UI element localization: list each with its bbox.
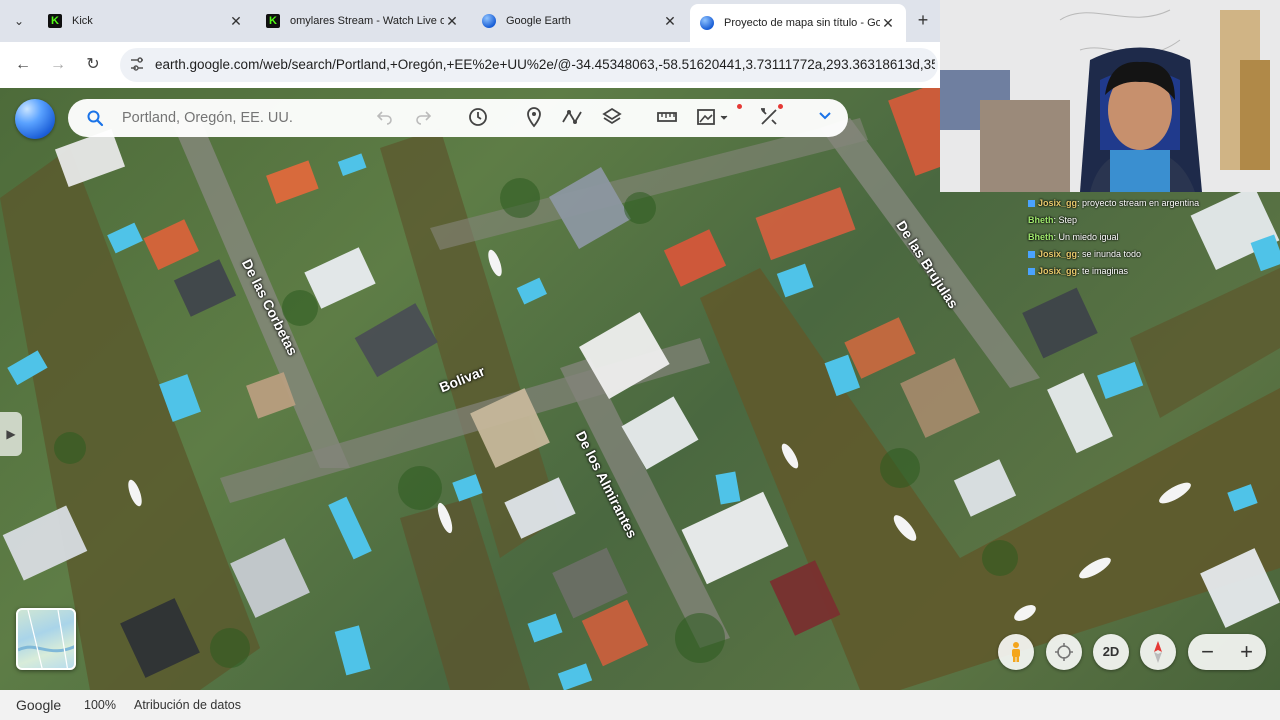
forward-button[interactable]: → [46, 53, 70, 77]
zoom-controls: − + [1188, 634, 1266, 670]
tab-map-project[interactable]: Proyecto de mapa sin título - Goo ✕ [690, 4, 906, 42]
undo-button[interactable] [372, 106, 398, 130]
url-field[interactable]: earth.google.com/web/search/Portland,+Or… [120, 48, 938, 82]
chevron-down-icon[interactable] [812, 106, 838, 130]
measure-icon[interactable] [654, 106, 680, 130]
zoom-in-button[interactable]: + [1227, 634, 1266, 670]
kick-icon: K [48, 14, 62, 28]
search-icon [87, 110, 104, 127]
screen: ⌄ K Kick ✕ K omylares Stream - Watch Liv… [0, 0, 1280, 720]
tab-title: Proyecto de mapa sin título - Goo [724, 17, 880, 29]
placemark-icon[interactable] [521, 106, 547, 130]
redo-button[interactable] [410, 106, 436, 130]
close-icon[interactable]: ✕ [444, 13, 460, 30]
toggle-2d-button[interactable]: 2D [1093, 634, 1129, 670]
minimap-graphic [18, 610, 74, 668]
close-icon[interactable]: ✕ [880, 15, 896, 32]
google-wordmark: Google [16, 697, 62, 713]
earth-toolbar [356, 99, 848, 137]
tab-search-button[interactable]: ⌄ [8, 10, 30, 32]
site-info-icon[interactable] [128, 56, 146, 74]
chat-message: Josix_gg: te imaginas [1028, 266, 1128, 276]
tab-google-earth[interactable]: Google Earth ✕ [472, 6, 688, 36]
notification-dot [737, 104, 742, 109]
stream-chat-overlay: Josix_gg: proyecto stream en argentina B… [1028, 194, 1228, 284]
back-button[interactable]: ← [11, 53, 35, 77]
reset-orientation-icon[interactable] [1046, 634, 1082, 670]
close-icon[interactable]: ✕ [662, 13, 678, 30]
layers-icon[interactable] [599, 106, 625, 130]
compass-icon[interactable] [1140, 634, 1176, 670]
address-bar-row: ← → ↻ earth.google.com/web/search/Portla… [0, 42, 940, 88]
zoom-level: 100% [84, 698, 116, 712]
chat-message: Bheth: Un miedo igual [1028, 232, 1119, 242]
history-icon[interactable] [465, 106, 491, 130]
notification-dot [778, 104, 783, 109]
google-earth-icon [482, 14, 496, 28]
tab-kick[interactable]: K Kick ✕ [38, 6, 254, 36]
tab-title: omylares Stream - Watch Live on [290, 15, 444, 27]
badge-icon [1028, 251, 1035, 259]
screenshot-dropdown-button[interactable] [694, 104, 742, 130]
google-earth-icon [700, 16, 714, 30]
path-icon[interactable] [560, 106, 586, 130]
chat-message: Josix_gg: se inunda todo [1028, 249, 1141, 259]
tools-icon[interactable] [756, 104, 783, 130]
search-box[interactable] [68, 99, 356, 137]
minimap-thumbnail[interactable] [16, 608, 76, 670]
url-text: earth.google.com/web/search/Portland,+Or… [155, 57, 935, 72]
tab-omylares-stream[interactable]: K omylares Stream - Watch Live on ✕ [256, 6, 470, 36]
tab-title: Kick [72, 15, 93, 27]
webcam-overlay [940, 0, 1280, 192]
reload-button[interactable]: ↻ [81, 53, 105, 77]
street-view-pegman-icon[interactable] [998, 634, 1034, 670]
expand-panel-button[interactable]: ▶ [0, 412, 22, 456]
chat-message: Josix_gg: proyecto stream en argentina [1028, 198, 1199, 208]
close-icon[interactable]: ✕ [228, 13, 244, 30]
tab-title: Google Earth [506, 15, 571, 27]
chat-message: Bheth: Step [1028, 215, 1078, 225]
map-footer: Google 100% Atribución de datos [0, 690, 1280, 720]
badge-icon [1028, 200, 1035, 208]
google-earth-logo[interactable] [15, 99, 55, 139]
badge-icon [1028, 268, 1035, 276]
zoom-out-button[interactable]: − [1188, 634, 1227, 670]
data-attribution-link[interactable]: Atribución de datos [134, 698, 241, 712]
kick-icon: K [266, 14, 280, 28]
tab-strip: ⌄ K Kick ✕ K omylares Stream - Watch Liv… [0, 0, 940, 42]
search-input[interactable] [120, 107, 350, 129]
webcam-video [940, 0, 1280, 192]
new-tab-button[interactable]: + [912, 9, 934, 31]
